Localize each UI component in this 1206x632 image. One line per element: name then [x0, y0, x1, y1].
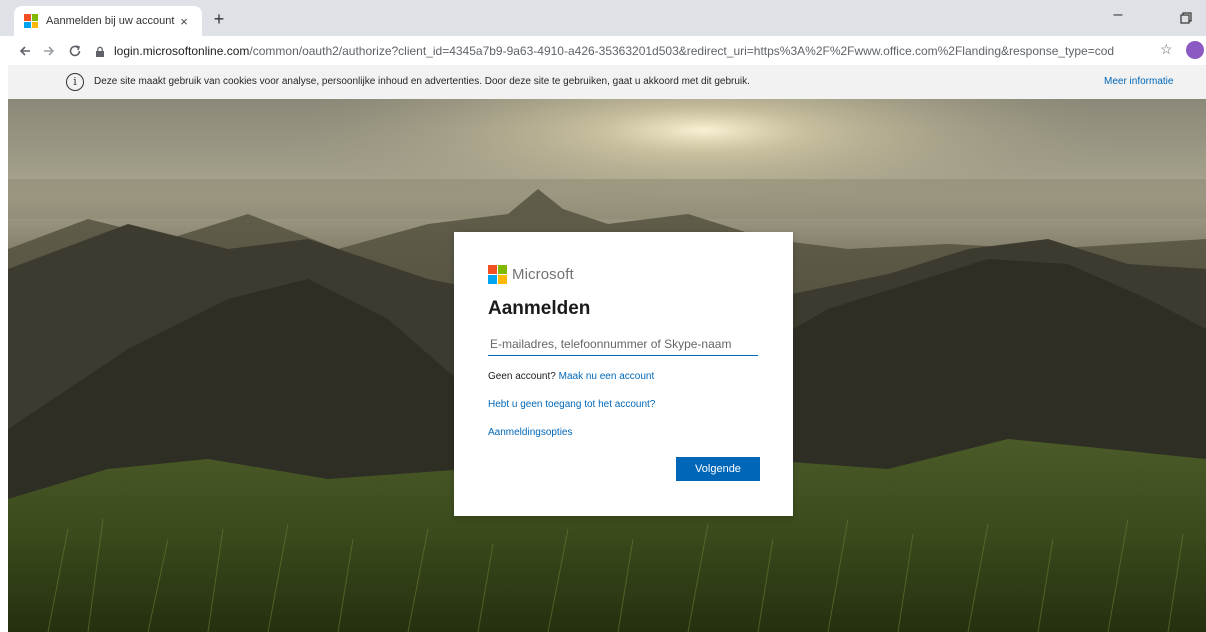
microsoft-logo-icon [488, 265, 507, 284]
forward-arrow-icon[interactable] [38, 40, 60, 62]
restore-icon[interactable] [1176, 8, 1196, 28]
tab-title: Aanmelden bij uw account [46, 15, 175, 27]
back-arrow-icon[interactable] [14, 40, 36, 62]
no-access-link[interactable]: Hebt u geen toegang tot het account? [488, 399, 655, 410]
cookie-banner: i Deze site maakt gebruik van cookies vo… [8, 65, 1206, 99]
profile-icon[interactable] [1186, 41, 1204, 59]
brand-name: Microsoft [512, 266, 574, 283]
minimize-icon[interactable]: – [1104, 6, 1132, 28]
address-bar[interactable]: login.microsoftonline.com/common/oauth2/… [94, 39, 1178, 63]
url-host: login.microsoftonline.com [114, 44, 250, 58]
plus-icon[interactable]: + [208, 9, 230, 31]
signin-options-link[interactable]: Aanmeldingsopties [488, 427, 573, 438]
microsoft-logo: Microsoft [488, 265, 574, 284]
cookie-text: Deze site maakt gebruik van cookies voor… [94, 76, 750, 87]
create-account-link[interactable]: Maak nu een account [559, 371, 655, 382]
email-field[interactable] [488, 332, 758, 356]
more-info-link[interactable]: Meer informatie [1104, 76, 1173, 87]
tab-favicon-icon [24, 14, 38, 28]
no-account-text: Geen account? [488, 371, 556, 382]
next-button[interactable]: Volgende [676, 457, 760, 481]
star-icon[interactable]: ☆ [1160, 41, 1173, 58]
page-title: Aanmelden [488, 298, 591, 319]
url-text: login.microsoftonline.com/common/oauth2/… [114, 44, 1114, 58]
no-account-line: Geen account? Maak nu een account [488, 371, 654, 382]
signin-card: Microsoft Aanmelden Geen account? Maak n… [454, 232, 793, 516]
browser-tab[interactable]: Aanmelden bij uw account × [14, 6, 202, 36]
info-icon: i [66, 73, 84, 91]
reload-icon[interactable] [64, 40, 86, 62]
lock-icon [94, 45, 106, 57]
browser-toolbar: login.microsoftonline.com/common/oauth2/… [0, 36, 1206, 65]
url-path: /common/oauth2/authorize?client_id=4345a… [249, 44, 1114, 58]
close-icon[interactable]: × [176, 14, 192, 29]
tab-strip: Aanmelden bij uw account × + – [0, 0, 1206, 36]
